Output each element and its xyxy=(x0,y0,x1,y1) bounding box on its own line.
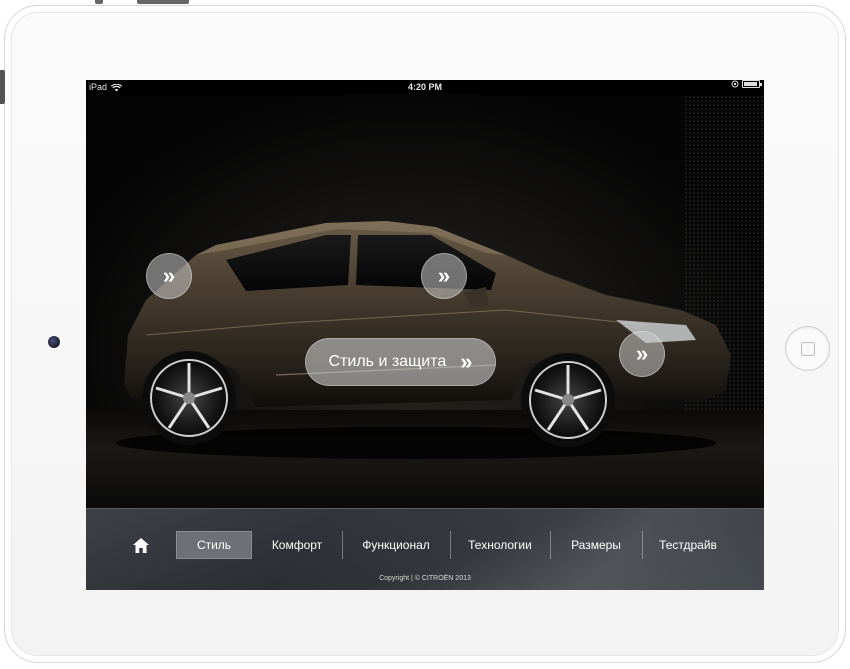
lock-rotation-icon xyxy=(731,80,739,88)
app-screen: iPad 4:20 PM » » » Стиль и защита » Стил… xyxy=(86,80,764,590)
hardware-home-button[interactable] xyxy=(785,326,830,371)
hotspot-front[interactable]: » xyxy=(619,331,665,377)
chevron-double-right-icon: » xyxy=(635,341,649,366)
cta-label: Стиль и защита xyxy=(328,353,447,370)
battery-icon xyxy=(742,80,762,88)
chevron-double-right-icon: » xyxy=(437,263,451,288)
status-bar: iPad 4:20 PM xyxy=(86,80,764,95)
hero-image: » » » Стиль и защита » xyxy=(86,95,764,508)
copyright-text: Copyright | © CITROËN 2013 xyxy=(379,575,471,582)
status-time: 4:20 PM xyxy=(407,82,442,92)
chevron-double-right-icon: » xyxy=(460,349,473,374)
hotspot-mirror[interactable]: » xyxy=(421,253,467,299)
tab-dimensions[interactable]: Размеры xyxy=(550,531,642,559)
tab-comfort[interactable]: Комфорт xyxy=(252,531,342,559)
bottom-nav: Стиль Комфорт Функционал Технологии Разм… xyxy=(86,508,764,590)
tab-label: Тестдрайв xyxy=(659,538,717,552)
nav-home-button[interactable] xyxy=(116,531,166,559)
chevron-double-right-icon: » xyxy=(162,263,176,288)
tab-label: Стиль xyxy=(196,538,232,552)
style-protection-button[interactable]: Стиль и защита » xyxy=(305,338,496,386)
car-image xyxy=(116,221,731,459)
tab-testdrive[interactable]: Тестдрайв xyxy=(642,531,734,559)
tab-style[interactable]: Стиль xyxy=(176,531,252,559)
front-wheel xyxy=(521,353,615,447)
hardware-power-button xyxy=(137,0,189,4)
hotspot-rear[interactable]: » xyxy=(146,253,192,299)
hardware-volume-button xyxy=(0,70,5,104)
front-camera xyxy=(48,336,60,348)
tab-functional[interactable]: Функционал xyxy=(342,531,450,559)
home-icon xyxy=(133,537,149,553)
hardware-mute-switch xyxy=(95,0,103,4)
tab-label: Технологии xyxy=(468,538,532,552)
rear-wheel xyxy=(142,351,236,445)
tab-technology[interactable]: Технологии xyxy=(450,531,550,559)
tab-label: Функционал xyxy=(362,538,430,552)
tab-label: Размеры xyxy=(571,538,621,552)
tab-label: Комфорт xyxy=(271,538,323,552)
